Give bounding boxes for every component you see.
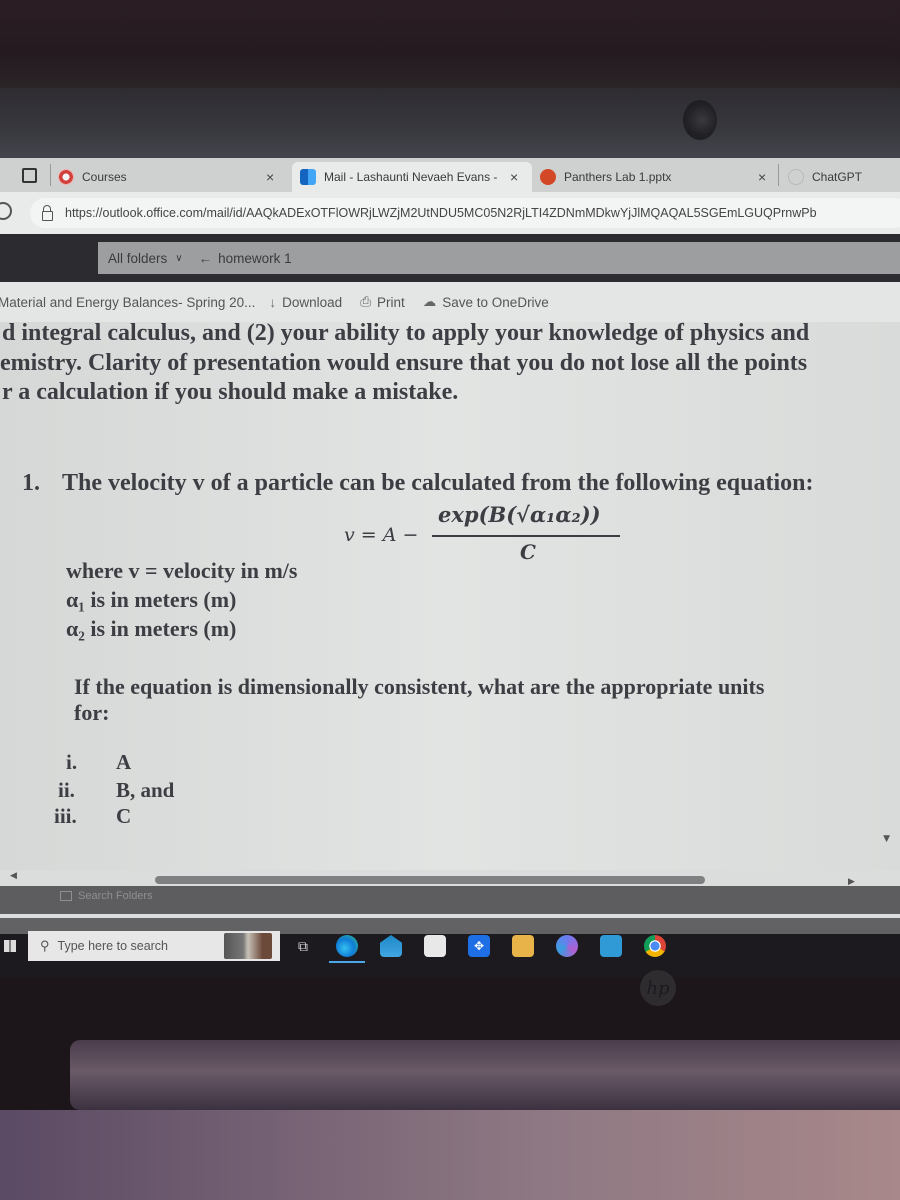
definition-line: α₁ is in meters (m) [66, 587, 237, 612]
search-icon: ⚲ [40, 938, 50, 953]
windows-start-icon[interactable] [4, 940, 16, 952]
attachment-toolbar: Material and Energy Balances- Spring 20.… [0, 282, 900, 322]
prompt-line: If the equation is dimensionally consist… [74, 674, 765, 699]
close-tab-icon[interactable]: × [758, 169, 766, 185]
webcam-icon [683, 100, 717, 140]
tab-divider [778, 164, 779, 186]
lock-icon [42, 205, 53, 221]
search-highlight-image [224, 933, 272, 959]
save-label: Save to OneDrive [442, 294, 549, 310]
close-tab-icon[interactable]: × [266, 169, 274, 185]
print-button[interactable]: ⎙ Print [360, 294, 405, 310]
download-icon: ↓ [269, 294, 277, 310]
folder-search-bar: All folders ∨ ← homework 1 [98, 242, 900, 274]
url-text: https://outlook.office.com/mail/id/AAQkA… [65, 206, 817, 220]
outlook-icon [300, 169, 316, 185]
tab-panthers-lab[interactable]: Panthers Lab 1.pptx × [540, 162, 780, 192]
equation-numerator: exp(B(√α₁α₂)) [438, 502, 601, 527]
download-label: Download [282, 294, 343, 310]
scroll-down-arrow-icon[interactable]: ▼ [883, 834, 890, 844]
scroll-left-arrow-icon[interactable]: ◀ [10, 870, 17, 881]
question-text: The velocity v of a particle can be calc… [62, 470, 814, 496]
taskbar-search-box[interactable]: ⚲ Type here to search [28, 931, 280, 961]
audio-app-icon[interactable] [600, 935, 622, 957]
laptop-hinge [70, 1040, 900, 1110]
tab-chatgpt[interactable]: ChatGPT [788, 162, 900, 192]
tab-label: Panthers Lab 1.pptx [564, 170, 672, 184]
search-folders-label: Search Folders [78, 890, 153, 902]
intro-line: r a calculation if you should make a mis… [2, 379, 459, 405]
question-number: 1. [22, 470, 40, 496]
laptop-keyboard-deck [0, 1110, 900, 1200]
prompt-line: for: [74, 700, 110, 725]
folder-pane-footer: Search Folders [0, 886, 900, 914]
laptop-screen: Courses × Mail - Lashaunti Nevaeh Evans … [0, 158, 900, 978]
back-to-search-button[interactable]: ← homework 1 [199, 251, 292, 266]
dropbox-icon[interactable]: ✥ [468, 935, 490, 957]
print-label: Print [377, 294, 405, 310]
all-folders-dropdown[interactable]: All folders ∨ [108, 251, 183, 266]
mail-icon[interactable] [380, 935, 402, 957]
tab-label: Courses [82, 170, 127, 184]
task-view-icon[interactable]: ⧉ [292, 935, 314, 957]
outlook-header: All folders ∨ ← homework 1 [0, 234, 900, 282]
chevron-down-icon: ∨ [175, 252, 183, 264]
file-explorer-icon[interactable] [512, 935, 534, 957]
equation-denominator: C [520, 540, 536, 564]
refresh-icon[interactable] [0, 202, 12, 220]
chatgpt-icon [788, 169, 804, 185]
search-query-label: homework 1 [218, 250, 292, 266]
browser-tab-bar: Courses × Mail - Lashaunti Nevaeh Evans … [0, 158, 900, 192]
edge-active-indicator [329, 961, 365, 963]
cloud-upload-icon: ☁ [422, 294, 437, 309]
canvas-icon [58, 169, 74, 185]
definition-line: where v = velocity in m/s [66, 558, 298, 583]
tab-divider [50, 164, 51, 186]
address-bar-row: https://outlook.office.com/mail/id/AAQkA… [0, 192, 900, 234]
download-button[interactable]: ↓ Download [269, 295, 342, 310]
sub-item-number: ii. [58, 778, 75, 802]
tab-label: Mail - Lashaunti Nevaeh Evans - [324, 170, 498, 184]
attachment-name: Material and Energy Balances- Spring 20.… [0, 294, 256, 310]
tab-actions-icon[interactable] [22, 168, 37, 183]
definition-line: α₂ is in meters (m) [66, 616, 237, 641]
copilot-icon[interactable] [556, 935, 578, 957]
tab-mail[interactable]: Mail - Lashaunti Nevaeh Evans - × [292, 162, 532, 192]
windows-taskbar: ⚲ Type here to search ⧉ ✥ [0, 918, 900, 978]
arrow-left-icon: ← [198, 250, 213, 266]
save-to-onedrive-button[interactable]: ☁ Save to OneDrive [423, 294, 549, 310]
photo-background-top [0, 0, 900, 90]
chrome-icon[interactable] [644, 935, 666, 957]
intro-line: d integral calculus, and (2) your abilit… [2, 320, 810, 346]
close-tab-icon[interactable]: × [510, 169, 518, 185]
folder-dropdown-label: All folders [108, 250, 168, 266]
powerpoint-icon [540, 169, 556, 185]
sub-item-number: i. [66, 750, 78, 774]
sub-item-text: B, and [116, 778, 175, 802]
intro-line: emistry. Clarity of presentation would e… [0, 350, 808, 376]
edge-icon[interactable] [336, 935, 358, 957]
monitor-bezel [0, 88, 900, 158]
url-field[interactable]: https://outlook.office.com/mail/id/AAQkA… [30, 198, 900, 228]
search-folders-item[interactable]: Search Folders [60, 890, 153, 902]
print-icon: ⎙ [360, 294, 371, 309]
equation-lhs: v = A − [344, 524, 419, 546]
fraction-bar [432, 535, 620, 537]
sub-item-text: C [116, 804, 132, 828]
document-preview: d integral calculus, and (2) your abilit… [0, 320, 900, 872]
sub-item-text: A [116, 750, 132, 774]
tab-courses[interactable]: Courses × [58, 162, 288, 192]
search-folder-icon [60, 891, 72, 901]
search-placeholder: Type here to search [57, 939, 169, 953]
sub-item-number: iii. [54, 804, 77, 828]
hp-logo: hp [640, 970, 676, 1006]
microsoft-store-icon[interactable] [424, 935, 446, 957]
tab-label: ChatGPT [812, 170, 863, 184]
scrollbar-thumb[interactable] [155, 876, 705, 884]
